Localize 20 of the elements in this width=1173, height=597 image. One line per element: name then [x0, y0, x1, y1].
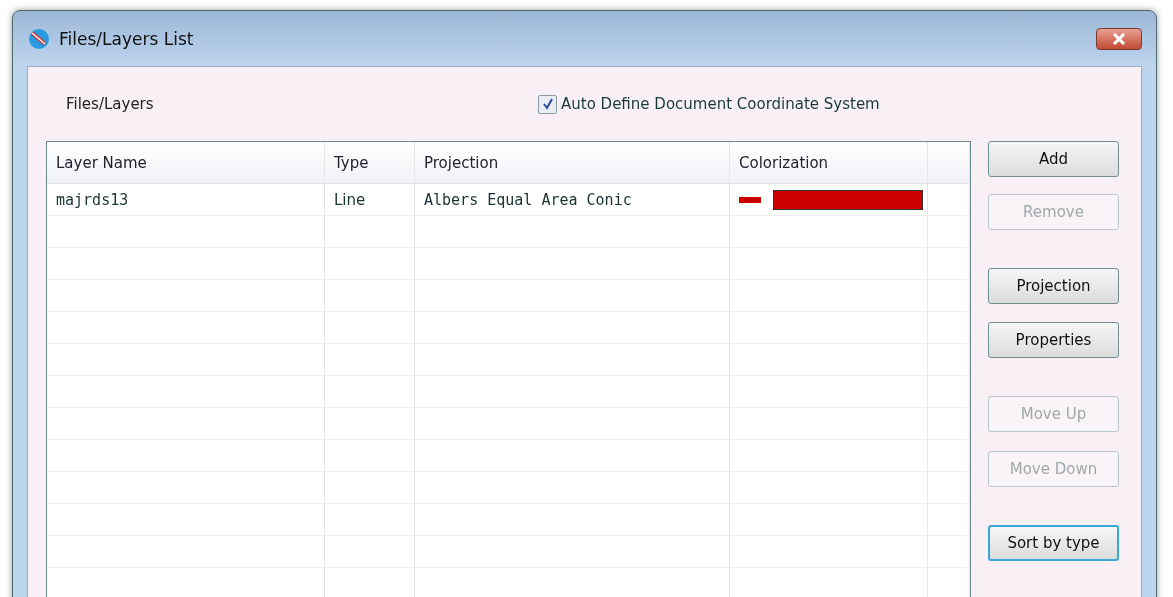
table-cell: majrds13: [47, 184, 325, 215]
color-bar[interactable]: [773, 189, 923, 210]
column-header[interactable]: Layer Name: [47, 142, 325, 183]
section-label: Files/Layers: [66, 95, 155, 113]
table-cell: Line: [325, 184, 415, 215]
app-icon: [27, 26, 51, 51]
close-button[interactable]: [1096, 27, 1142, 50]
close-icon[interactable]: [1112, 32, 1126, 45]
column-header[interactable]: Colorization: [730, 142, 928, 183]
table-cell: Albers Equal Area Conic: [415, 184, 730, 215]
checkbox-label: Auto Define Document Coordinate System: [561, 95, 880, 113]
column-header[interactable]: Type: [325, 142, 415, 183]
action-button[interactable]: Sort by type: [988, 525, 1119, 561]
action-button[interactable]: Properties: [988, 322, 1119, 358]
action-button[interactable]: Add: [988, 141, 1119, 177]
column-header[interactable]: Projection: [415, 142, 730, 183]
checkbox[interactable]: [538, 94, 557, 114]
check-icon: [541, 98, 554, 110]
action-button[interactable]: Projection: [988, 268, 1119, 304]
window-title: Files/Layers List: [59, 28, 195, 49]
